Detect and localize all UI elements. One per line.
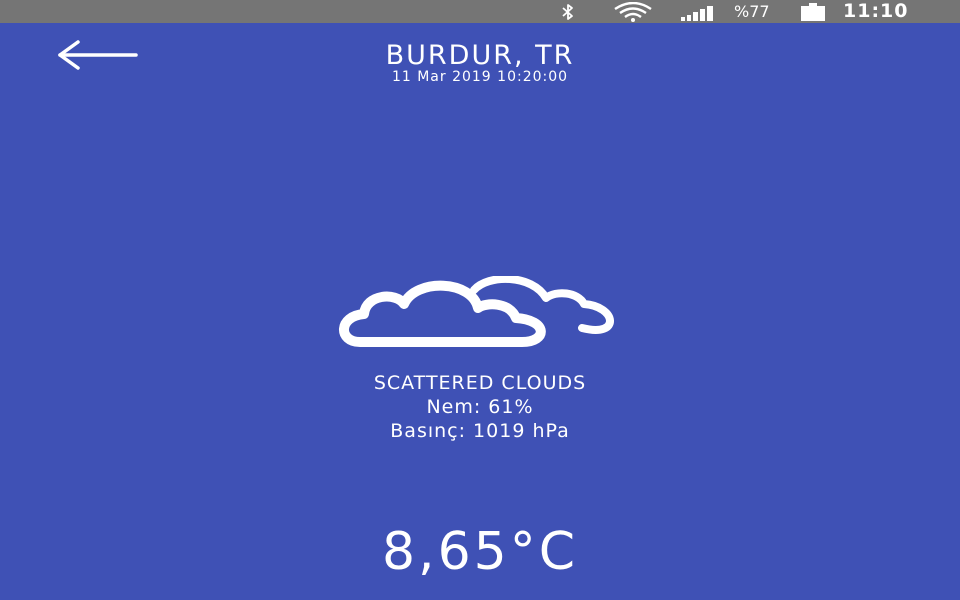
pressure-text: Basınç: 1019 hPa bbox=[390, 420, 570, 442]
weather-description: SCATTERED CLOUDS bbox=[373, 372, 587, 394]
status-clock: 11:10 bbox=[843, 0, 909, 22]
battery-level-text: %77 bbox=[734, 2, 770, 21]
temperature-value: 8,65°C bbox=[381, 522, 579, 582]
wifi-icon bbox=[610, 0, 656, 23]
observation-datetime: 11 Mar 2019 10:20:00 bbox=[391, 69, 569, 85]
battery-icon bbox=[798, 0, 828, 23]
signal-icon bbox=[676, 0, 720, 23]
humidity-text: Nem: 61% bbox=[426, 396, 534, 418]
status-bar: %77 11:10 bbox=[0, 0, 960, 23]
scattered-clouds-icon bbox=[339, 276, 614, 347]
bluetooth-icon bbox=[554, 0, 582, 23]
